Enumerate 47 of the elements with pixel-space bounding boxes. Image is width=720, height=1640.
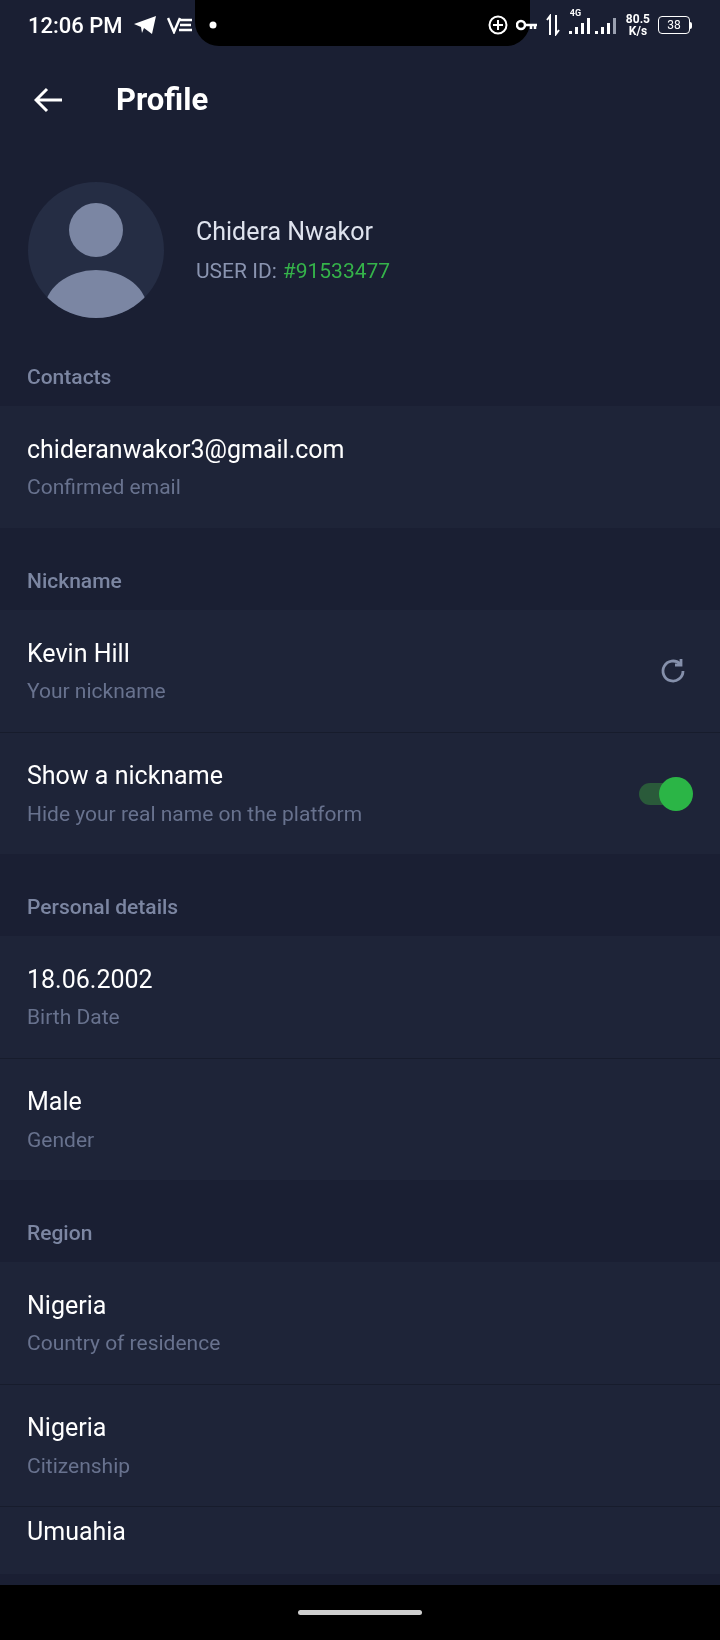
data-arrows-icon xyxy=(545,14,560,36)
key-icon xyxy=(515,18,538,32)
row-value: chideranwakor3@gmail.com xyxy=(27,433,346,466)
toggle-switch[interactable] xyxy=(637,775,693,812)
list-row[interactable]: 18.06.2002 Birth Date xyxy=(0,936,720,1058)
dot-icon xyxy=(208,21,217,29)
avatar-icon xyxy=(28,182,164,318)
list-row[interactable]: Show a nickname Hide your real name on the platform xyxy=(0,732,720,854)
section-header: Region xyxy=(27,1220,93,1248)
user-id: #91533477 xyxy=(282,258,391,285)
row-value: Male xyxy=(27,1086,83,1118)
app-logo-icon xyxy=(166,16,193,34)
row-value: Nigeria xyxy=(27,1289,108,1322)
list-row[interactable]: chideranwakor3@gmail.com Confirmed email xyxy=(0,406,720,528)
section-header: Personal details xyxy=(27,894,179,922)
signal-icon xyxy=(567,15,618,35)
status-time: 12:06 PM xyxy=(28,11,123,40)
paper-plane-icon xyxy=(132,15,157,35)
network-speed: 80.5 xyxy=(625,13,650,25)
battery-level: 38 xyxy=(658,16,690,34)
row-value: Nigeria xyxy=(27,1412,108,1444)
user-name: Chidera Nwakor xyxy=(196,215,374,248)
speed-unit: K/s xyxy=(628,25,648,37)
row-caption: Confirmed email xyxy=(27,474,182,501)
row-caption: Gender xyxy=(27,1126,96,1154)
row-caption: Country of residence xyxy=(27,1330,222,1357)
row-caption: Hide your real name on the platform xyxy=(27,800,364,828)
home-handle[interactable] xyxy=(298,1610,422,1615)
back-arrow-icon xyxy=(34,87,64,113)
network-type: 4G xyxy=(569,9,582,18)
page-title: Profile xyxy=(116,79,209,120)
list-row[interactable]: Nigeria Citizenship xyxy=(0,1384,720,1506)
section-header: Nickname xyxy=(27,568,122,596)
add-circle-icon xyxy=(487,15,508,35)
row-value: Show a nickname xyxy=(27,760,224,792)
row-caption: Your nickname xyxy=(27,678,167,705)
row-caption: Citizenship xyxy=(27,1452,132,1480)
row-caption: Birth Date xyxy=(27,1004,121,1031)
list-row[interactable]: Nigeria Country of residence xyxy=(0,1262,720,1384)
row-value: Kevin Hill xyxy=(27,637,131,670)
section-header: Contacts xyxy=(27,364,112,392)
row-value: Umuahia xyxy=(27,1516,127,1548)
list-row[interactable]: Umuahia xyxy=(0,1506,720,1574)
row-value: 18.06.2002 xyxy=(27,963,154,996)
user-id-label: USER ID: xyxy=(196,258,277,285)
list-row[interactable]: Male Gender xyxy=(0,1058,720,1180)
list-row[interactable]: Kevin Hill Your nickname xyxy=(0,610,720,732)
